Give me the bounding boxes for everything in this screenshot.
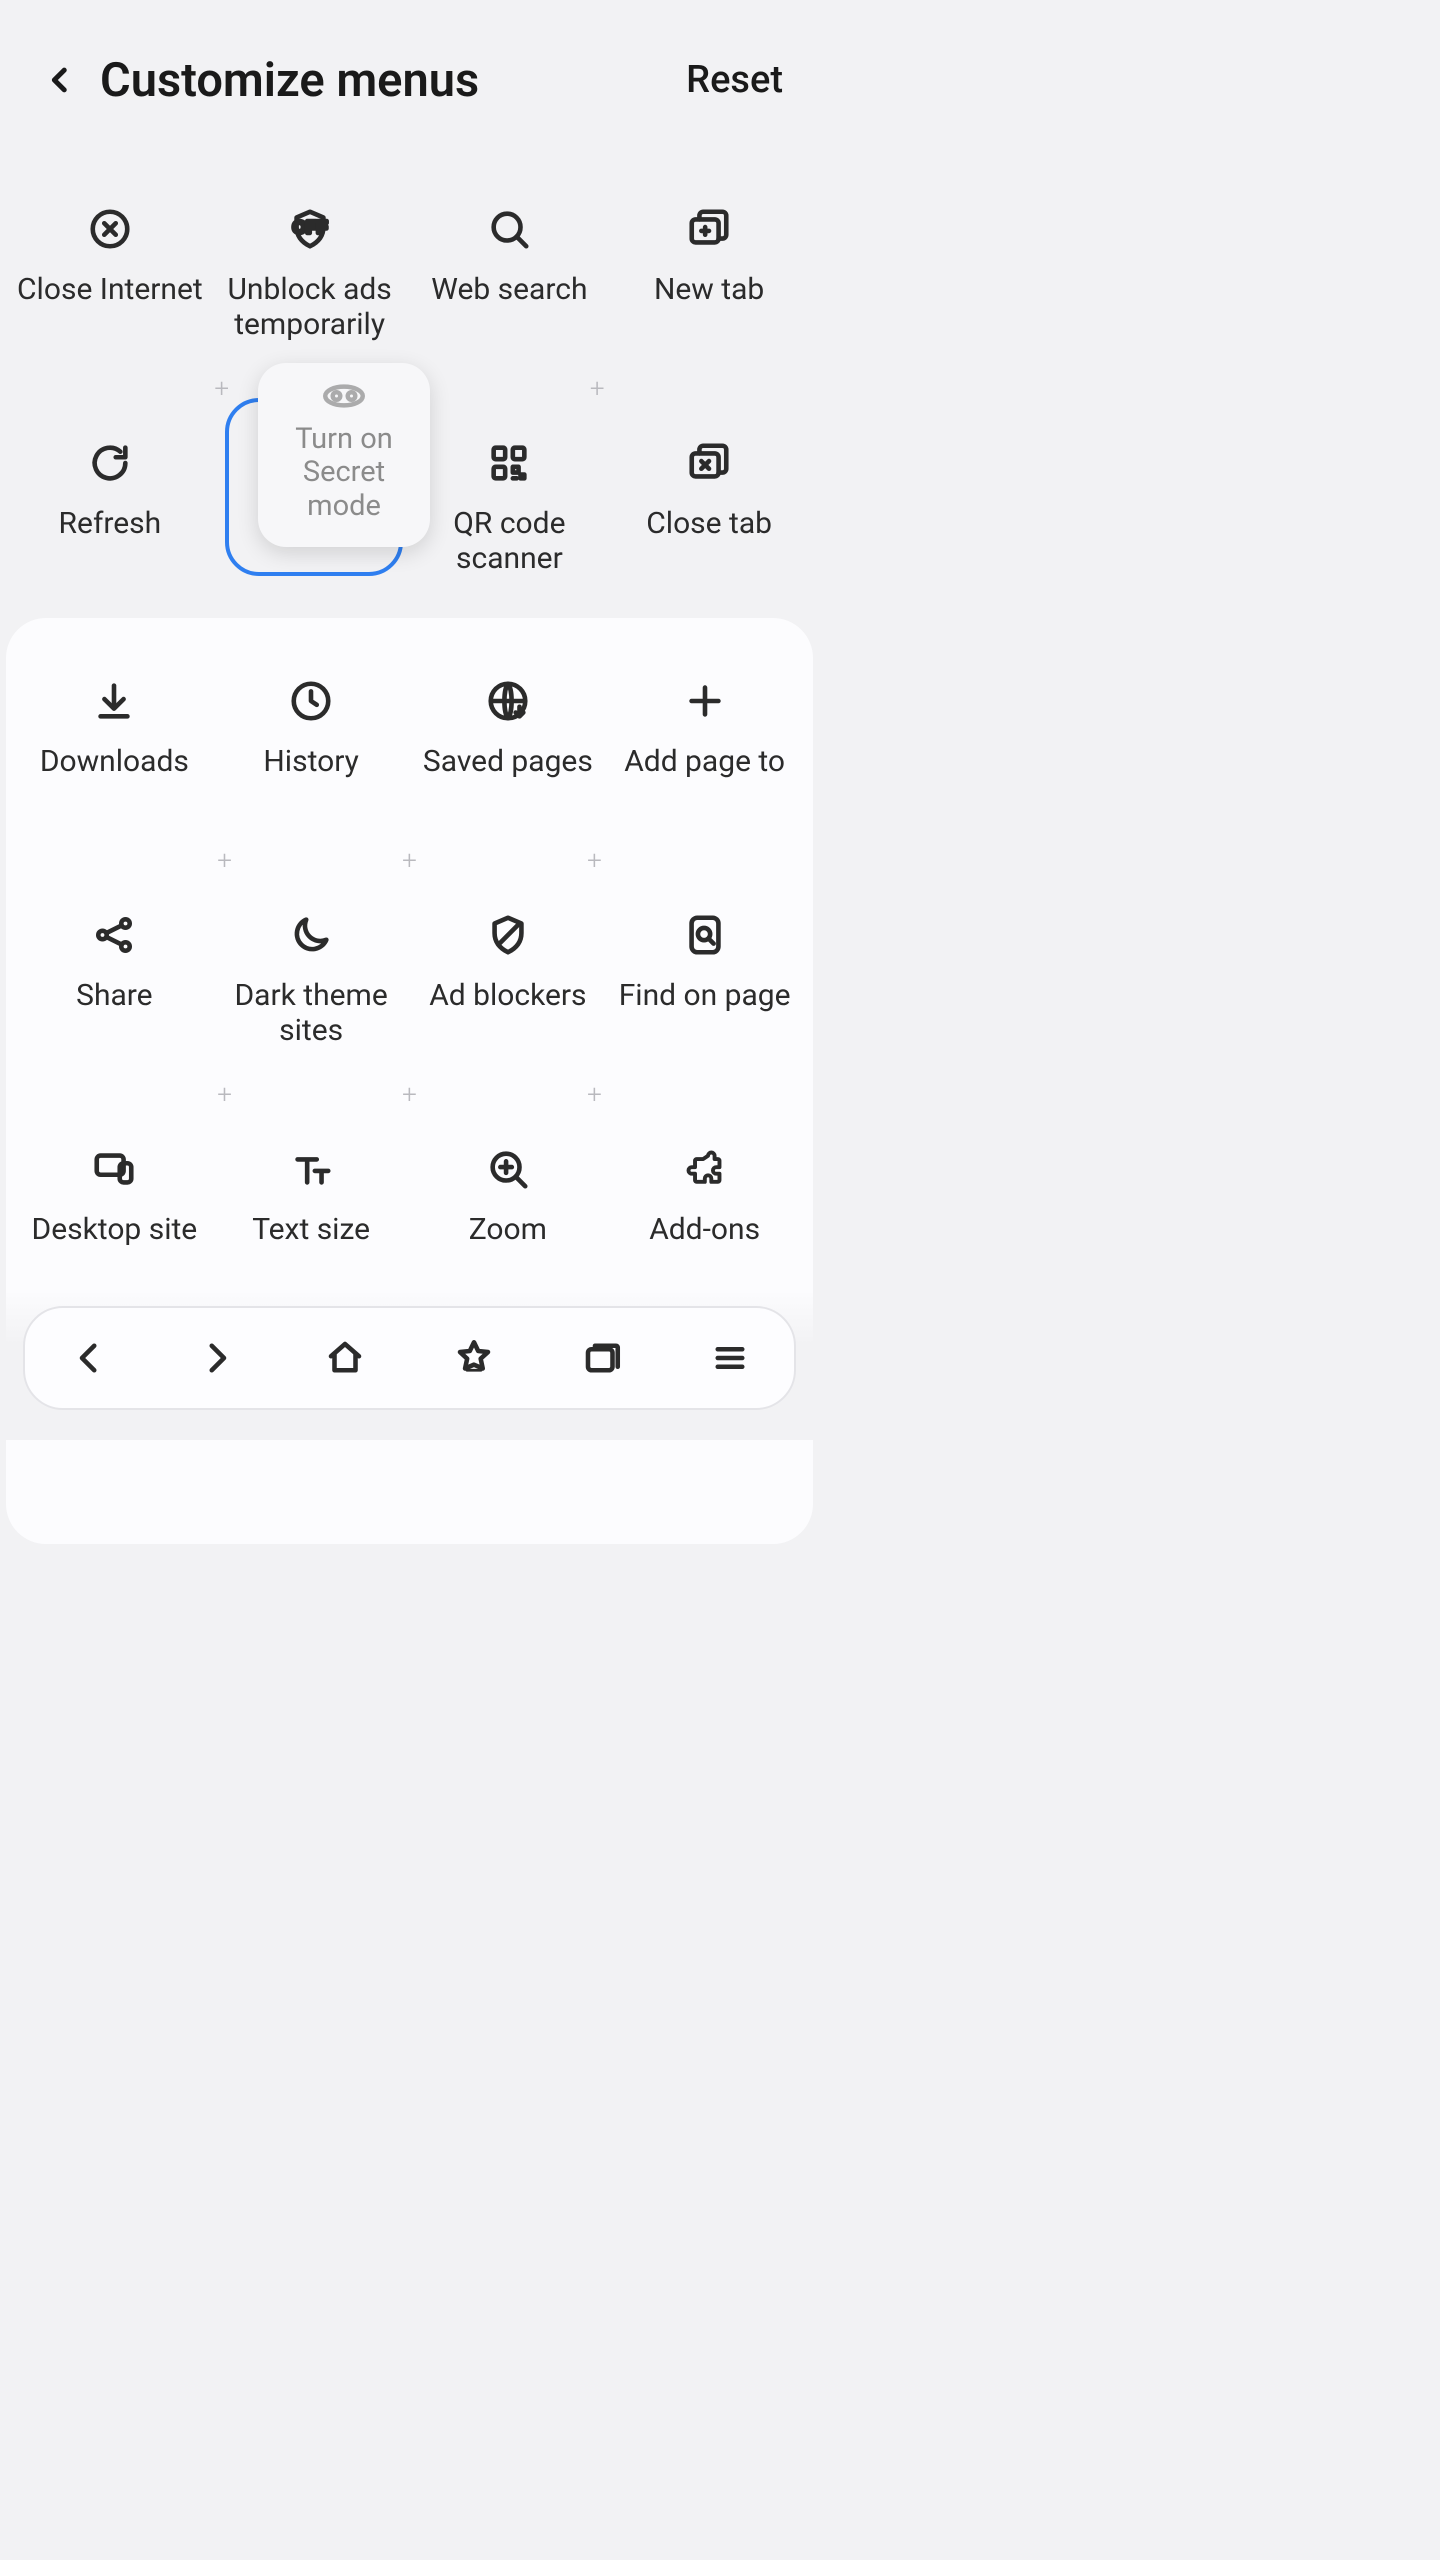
chevron-right-icon [196,1337,238,1379]
toolbar-home-button[interactable] [310,1323,380,1393]
menu-item-new-tab[interactable]: New tab [609,190,809,360]
zoom-in-icon [479,1140,537,1198]
menu-item-find-on-page[interactable]: Find on page [606,896,803,1066]
menu-item-close-tab[interactable]: Close tab [609,424,809,594]
insertion-plus-icon[interactable]: + [217,846,232,876]
menu-item-label: Find on page [619,978,791,1013]
globe-down-icon [479,672,537,730]
menu-item-label: Desktop site [32,1212,198,1247]
menu-item-label: QR code scanner [414,506,606,577]
page-title: Customize menus [100,53,680,108]
menu-item-label: Refresh [59,506,162,541]
menu-item-ad-blockers[interactable]: Ad blockers [410,896,607,1066]
dragged-item-label: Turn on Secret mode [268,423,420,523]
chevron-left-icon [68,1337,110,1379]
menu-item-label: Ad blockers [429,978,586,1013]
menu-item-label: Close tab [646,506,772,541]
menu-item-label: Web search [431,272,587,307]
shield-slash-icon [479,906,537,964]
star-list-icon [453,1337,495,1379]
toolbar-bookmarks-button[interactable] [439,1323,509,1393]
menu-item-share[interactable]: Share [16,896,213,1066]
mask-icon [321,381,367,415]
insertion-plus-icon[interactable]: + [402,1080,417,1110]
menu-item-saved-pages[interactable]: Saved pages [410,662,607,832]
shield-off-icon [281,200,339,258]
home-icon [324,1337,366,1379]
insertion-plus-icon[interactable]: + [402,846,417,876]
devices-icon [85,1140,143,1198]
menu-item-refresh[interactable]: Refresh [10,424,210,594]
back-button[interactable] [30,50,90,110]
menu-item-label: Zoom [469,1212,547,1247]
reset-button[interactable]: Reset [680,48,789,112]
menu-item-label: New tab [654,272,764,307]
chevron-left-icon [43,63,77,97]
insertion-plus-icon[interactable]: + [217,1080,232,1110]
menu-item-add-page-to[interactable]: Add page to [606,662,803,832]
tab-plus-icon [680,200,738,258]
text-size-icon [282,1140,340,1198]
menu-item-label: Text size [252,1212,370,1247]
refresh-icon [81,434,139,492]
menu-item-downloads[interactable]: Downloads [16,662,213,832]
menu-item-add-ons[interactable]: Add-ons [606,1130,803,1300]
download-icon [85,672,143,730]
qr-icon [480,434,538,492]
menu-item-label: History [263,744,358,779]
toolbar-tabs-button[interactable] [567,1323,637,1393]
toolbar-forward-button[interactable] [182,1323,252,1393]
menu-item-dark-theme[interactable]: Dark theme sites [213,896,410,1066]
share-icon [85,906,143,964]
menu-item-qr-scanner[interactable]: QR code scanner [410,424,610,594]
menu-item-label: Add-ons [649,1212,760,1247]
browser-toolbar [23,1306,796,1410]
tab-x-icon [680,434,738,492]
menu-item-web-search[interactable]: Web search [410,190,610,360]
menu-item-history[interactable]: History [213,662,410,832]
menu-item-label: Add page to [624,744,785,779]
menu-item-label: Saved pages [423,744,593,779]
menu-item-desktop-site[interactable]: Desktop site [16,1130,213,1300]
moon-icon [282,906,340,964]
dragged-item-secret-mode[interactable]: Turn on Secret mode [258,363,430,547]
toolbar-back-button[interactable] [54,1323,124,1393]
clock-icon [282,672,340,730]
insertion-plus-icon[interactable]: + [587,846,602,876]
insertion-plus-icon[interactable]: + [214,374,229,404]
hamburger-menu-icon [709,1337,751,1379]
insertion-plus-icon[interactable]: + [590,374,605,404]
menu-item-close-internet[interactable]: Close Internet [10,190,210,360]
doc-search-icon [676,906,734,964]
toolbar-menu-button[interactable] [695,1323,765,1393]
circle-x-icon [81,200,139,258]
menu-item-unblock-ads[interactable]: Unblock ads temporarily [210,190,410,360]
search-icon [480,200,538,258]
menu-item-label: Unblock ads temporarily [214,272,406,343]
menu-item-label: Share [76,978,152,1013]
puzzle-icon [676,1140,734,1198]
tabs-stack-icon [581,1337,623,1379]
insertion-plus-icon[interactable]: + [587,1080,602,1110]
menu-item-label: Dark theme sites [217,978,406,1049]
menu-item-text-size[interactable]: Text size [213,1130,410,1300]
menu-item-label: Downloads [40,744,189,779]
plus-icon [676,672,734,730]
menu-item-label: Close Internet [17,272,203,307]
menu-item-zoom[interactable]: Zoom [410,1130,607,1300]
